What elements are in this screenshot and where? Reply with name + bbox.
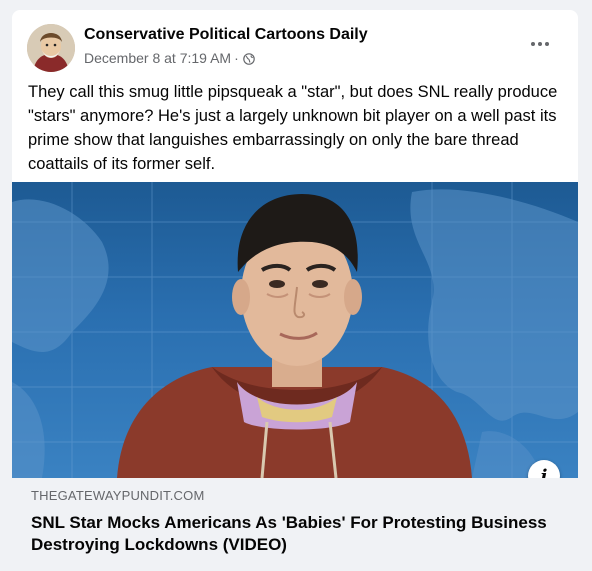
post-meta: December 8 at 7:19 AM ·: [84, 50, 255, 66]
meta-separator: ·: [234, 50, 239, 66]
page-avatar[interactable]: [27, 24, 75, 72]
globe-icon[interactable]: [242, 52, 255, 65]
link-title[interactable]: SNL Star Mocks Americans As 'Babies' For…: [31, 512, 561, 556]
link-preview-image[interactable]: [12, 182, 578, 478]
post-timestamp[interactable]: December 8 at 7:19 AM: [84, 50, 231, 66]
link-domain: THEGATEWAYPUNDIT.COM: [31, 488, 205, 503]
more-options-icon[interactable]: [526, 34, 554, 54]
post-header: Conservative Political Cartoons Daily De…: [12, 10, 578, 80]
post-message: They call this smug little pipsqueak a "…: [28, 83, 562, 173]
page-name-link[interactable]: Conservative Political Cartoons Daily: [84, 26, 368, 44]
link-preview-card[interactable]: THEGATEWAYPUNDIT.COM SNL Star Mocks Amer…: [12, 478, 578, 571]
post-card: Conservative Political Cartoons Daily De…: [12, 10, 578, 571]
